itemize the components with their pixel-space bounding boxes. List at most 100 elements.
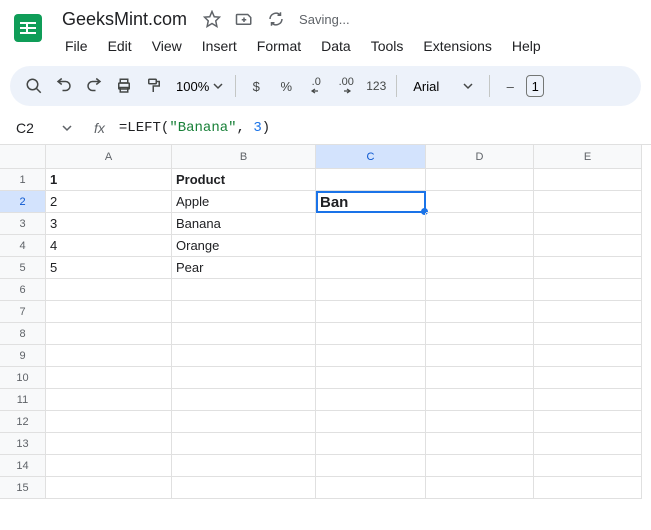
cell[interactable] (316, 455, 426, 477)
cell[interactable] (46, 477, 172, 499)
cell[interactable] (316, 169, 426, 191)
decrease-decimal-button[interactable]: .0 (302, 72, 330, 100)
cell[interactable]: 2 (46, 191, 172, 213)
document-title[interactable]: GeeksMint.com (56, 7, 193, 32)
cell[interactable] (534, 433, 642, 455)
cell[interactable] (316, 301, 426, 323)
cell[interactable]: Banana (172, 213, 316, 235)
cell[interactable] (534, 301, 642, 323)
col-header[interactable]: C (316, 145, 426, 169)
row-header[interactable]: 1 (0, 169, 46, 191)
font-size-input[interactable]: 1 (526, 75, 544, 97)
cell[interactable] (46, 433, 172, 455)
percent-button[interactable]: % (272, 72, 300, 100)
row-header[interactable]: 7 (0, 301, 46, 323)
menu-extensions[interactable]: Extensions (414, 34, 500, 58)
cell[interactable] (172, 323, 316, 345)
cell[interactable] (534, 235, 642, 257)
cell-name-box[interactable]: C2 (8, 116, 80, 140)
menu-view[interactable]: View (143, 34, 191, 58)
cell[interactable] (46, 301, 172, 323)
cell[interactable] (172, 455, 316, 477)
cell[interactable]: 5 (46, 257, 172, 279)
row-header[interactable]: 11 (0, 389, 46, 411)
menu-insert[interactable]: Insert (193, 34, 246, 58)
cell[interactable] (426, 345, 534, 367)
cell[interactable] (316, 411, 426, 433)
cell[interactable] (316, 213, 426, 235)
star-icon[interactable] (199, 6, 225, 32)
cell[interactable] (316, 367, 426, 389)
cell[interactable] (426, 411, 534, 433)
cell[interactable] (316, 345, 426, 367)
cell[interactable] (426, 169, 534, 191)
cell[interactable] (46, 279, 172, 301)
redo-icon[interactable] (80, 72, 108, 100)
cell[interactable] (46, 455, 172, 477)
row-header[interactable]: 8 (0, 323, 46, 345)
cell[interactable] (172, 389, 316, 411)
row-header[interactable]: 6 (0, 279, 46, 301)
cell[interactable] (534, 389, 642, 411)
cell[interactable] (172, 433, 316, 455)
cell[interactable]: Orange (172, 235, 316, 257)
menu-file[interactable]: File (56, 34, 97, 58)
row-header[interactable]: 14 (0, 455, 46, 477)
cell[interactable] (316, 389, 426, 411)
cell[interactable] (172, 367, 316, 389)
cell[interactable] (426, 191, 534, 213)
cell[interactable] (46, 345, 172, 367)
cell[interactable] (316, 279, 426, 301)
cell[interactable] (534, 191, 642, 213)
menu-tools[interactable]: Tools (362, 34, 413, 58)
currency-button[interactable]: $ (242, 72, 270, 100)
cell[interactable]: 4 (46, 235, 172, 257)
cell[interactable] (426, 257, 534, 279)
cell[interactable] (426, 323, 534, 345)
move-icon[interactable] (231, 6, 257, 32)
cell[interactable] (46, 411, 172, 433)
cell[interactable] (46, 389, 172, 411)
cell[interactable] (172, 279, 316, 301)
cell[interactable] (534, 257, 642, 279)
cell[interactable] (172, 345, 316, 367)
format-123-button[interactable]: 123 (362, 72, 390, 100)
cell[interactable] (172, 301, 316, 323)
row-header[interactable]: 10 (0, 367, 46, 389)
col-header[interactable]: D (426, 145, 534, 169)
font-dropdown[interactable]: Arial (403, 79, 483, 94)
row-header[interactable]: 4 (0, 235, 46, 257)
cell[interactable] (534, 367, 642, 389)
cell[interactable] (426, 389, 534, 411)
cell[interactable] (534, 213, 642, 235)
cell[interactable] (534, 455, 642, 477)
zoom-dropdown[interactable]: 100% (170, 79, 229, 94)
cell[interactable] (426, 477, 534, 499)
cell[interactable] (426, 455, 534, 477)
cell[interactable] (534, 323, 642, 345)
sheets-logo[interactable] (8, 8, 48, 48)
increase-decimal-button[interactable]: .00 (332, 72, 360, 100)
cell[interactable]: Product (172, 169, 316, 191)
cell[interactable]: Apple (172, 191, 316, 213)
menu-help[interactable]: Help (503, 34, 550, 58)
cell[interactable] (172, 477, 316, 499)
cell[interactable] (426, 301, 534, 323)
undo-icon[interactable] (50, 72, 78, 100)
cell[interactable] (534, 345, 642, 367)
cell[interactable] (534, 411, 642, 433)
menu-data[interactable]: Data (312, 34, 360, 58)
print-icon[interactable] (110, 72, 138, 100)
row-header[interactable]: 13 (0, 433, 46, 455)
cell[interactable] (316, 477, 426, 499)
menu-format[interactable]: Format (248, 34, 310, 58)
row-header[interactable]: 3 (0, 213, 46, 235)
cloud-status-icon[interactable] (263, 6, 289, 32)
cell[interactable] (316, 235, 426, 257)
select-all-corner[interactable] (0, 145, 46, 169)
cell[interactable] (426, 433, 534, 455)
cell[interactable] (46, 323, 172, 345)
cell[interactable] (426, 279, 534, 301)
cell[interactable] (534, 477, 642, 499)
cell[interactable] (534, 279, 642, 301)
